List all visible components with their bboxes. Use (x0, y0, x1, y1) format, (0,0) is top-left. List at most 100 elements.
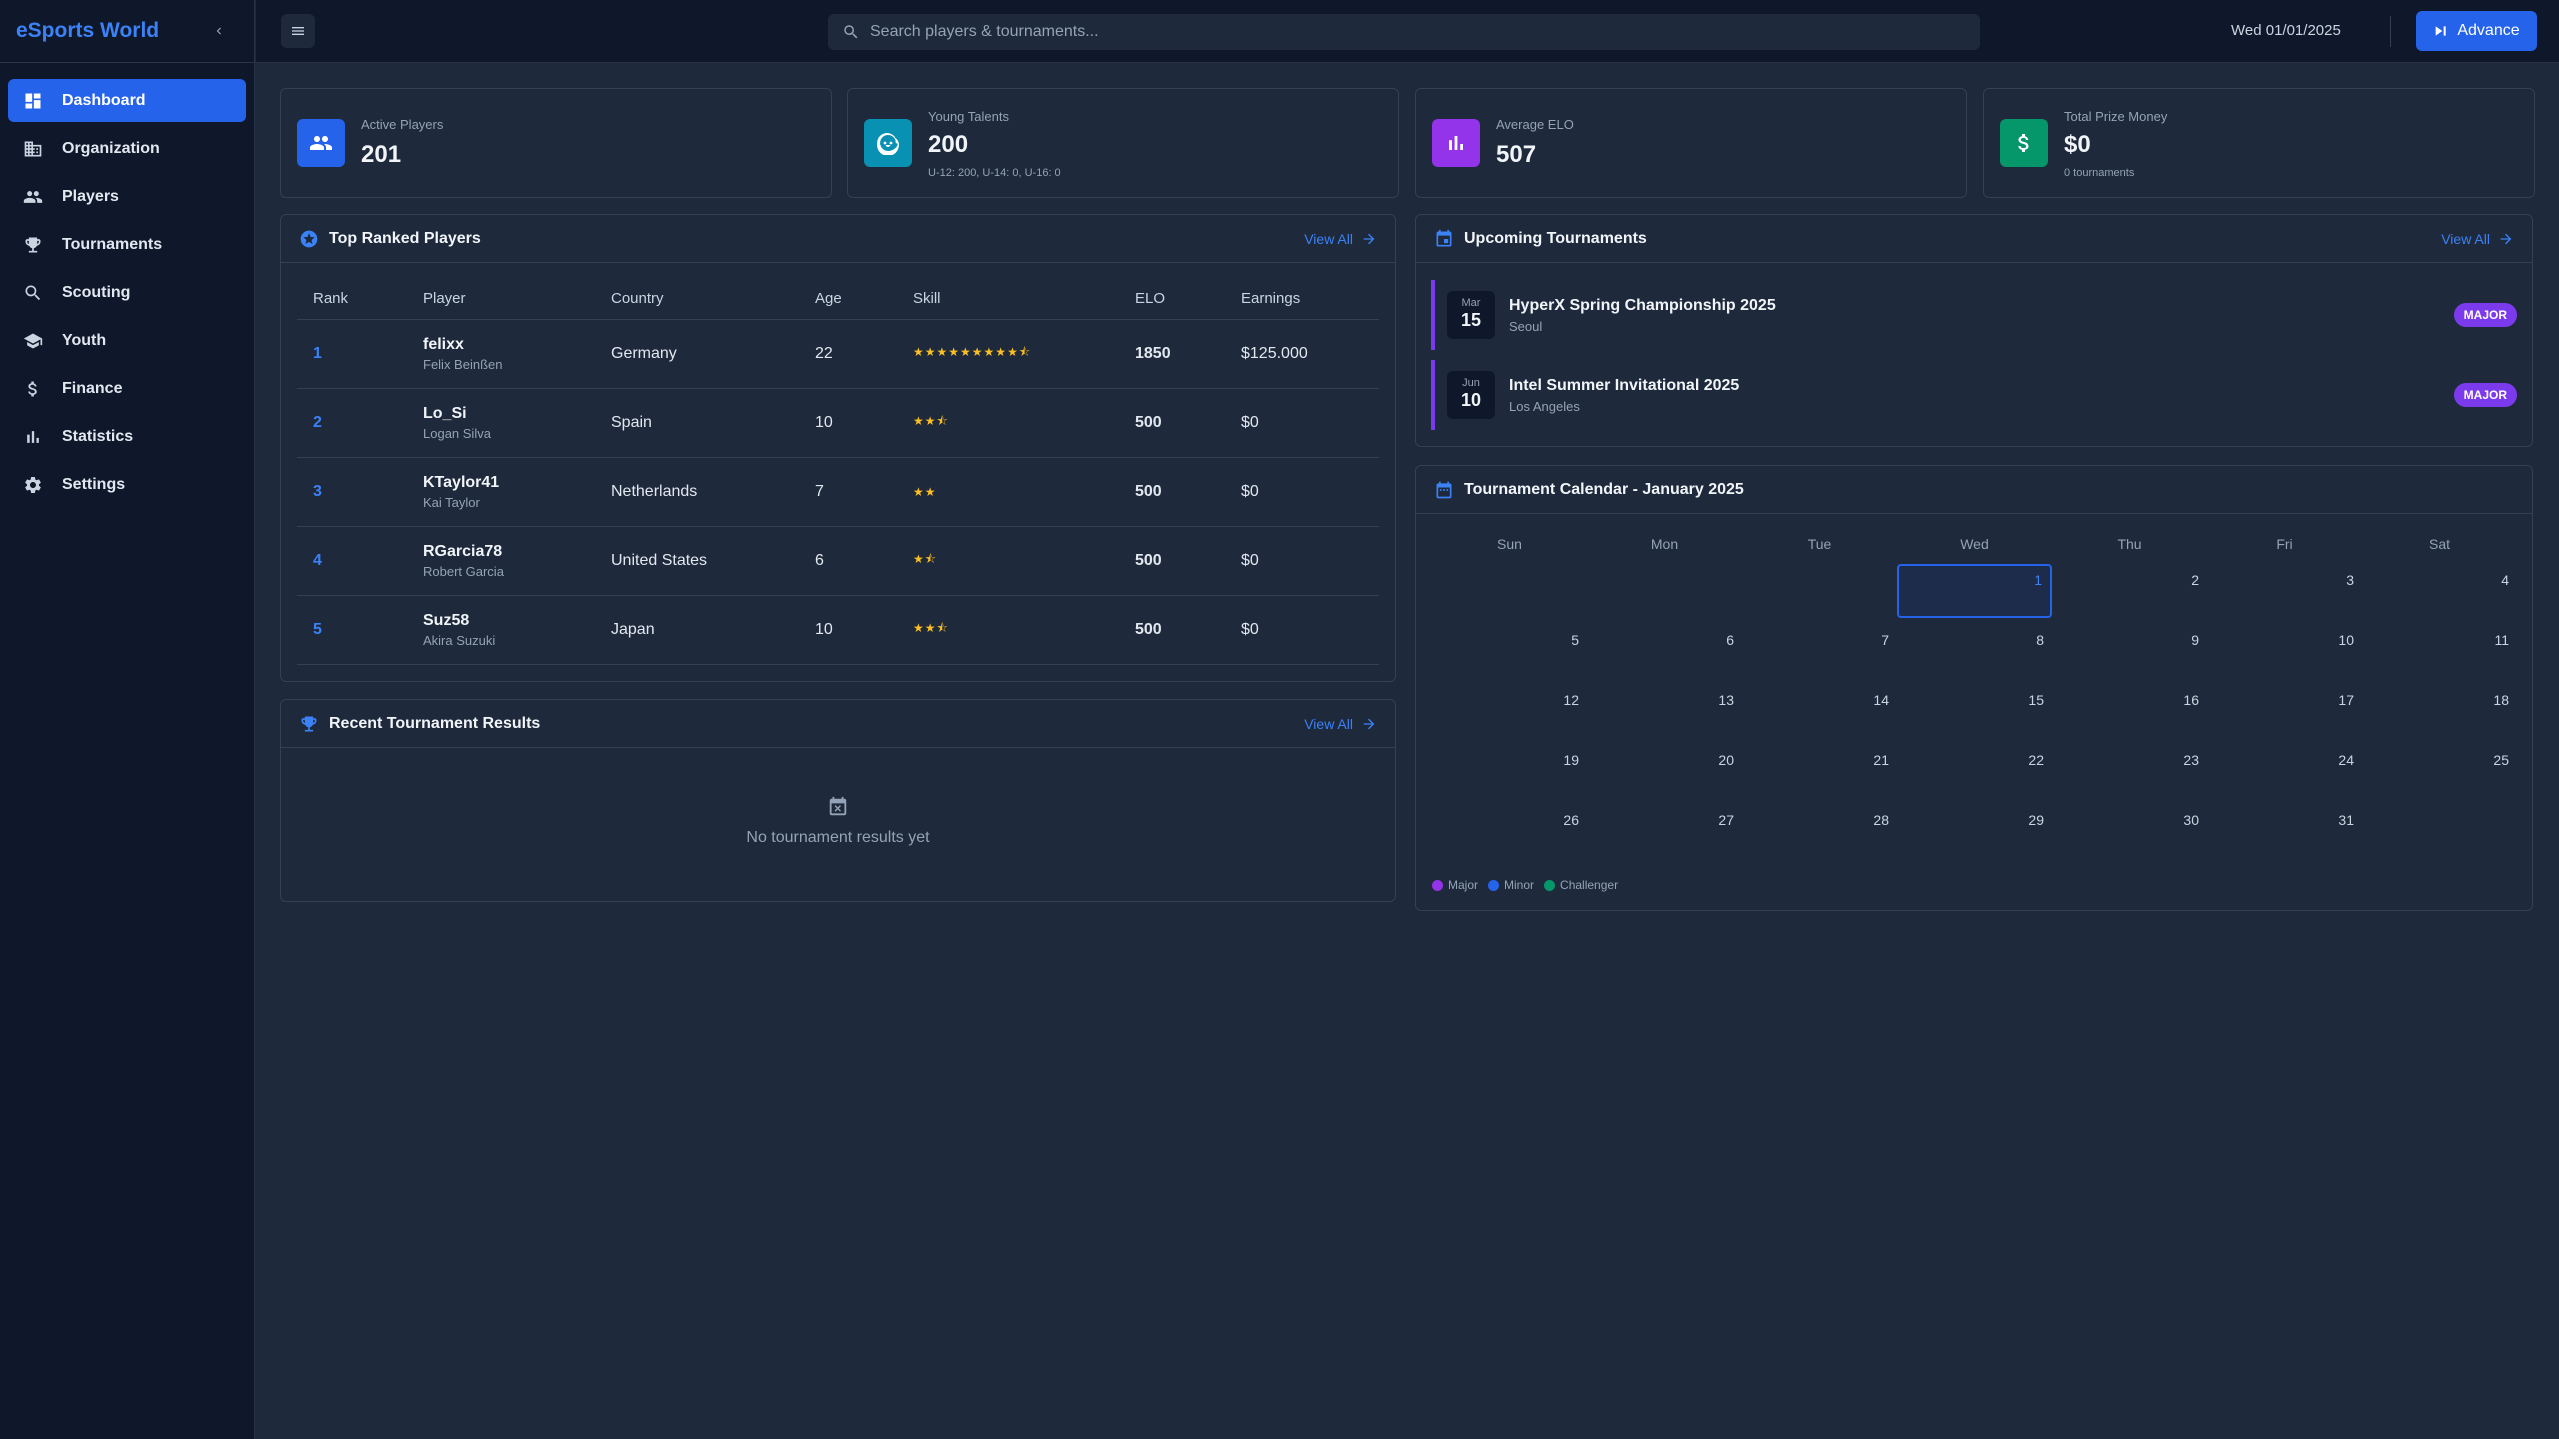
calendar-day[interactable]: 3 (2207, 560, 2362, 620)
calendar-day[interactable]: 21 (1742, 740, 1897, 800)
column-header-age[interactable]: Age (799, 279, 897, 320)
view-all-players-link[interactable]: View All (1304, 231, 1377, 247)
calendar-day[interactable]: 19 (1432, 740, 1587, 800)
stat-value: $0 (2064, 131, 2091, 158)
calendar-day[interactable]: 25 (2362, 740, 2517, 800)
table-row[interactable]: 1 felixx Felix Beinßen Germany 22 ★★★★★★★… (297, 319, 1379, 389)
calendar-day[interactable]: 7 (1742, 620, 1897, 680)
tournament-item[interactable]: Jun 10 Intel Summer Invitational 2025 Lo… (1431, 360, 2531, 430)
sidebar-item-players[interactable]: Players (8, 175, 246, 218)
calendar-day[interactable]: 17 (2207, 680, 2362, 740)
tournament-item[interactable]: Mar 15 HyperX Spring Championship 2025 S… (1431, 280, 2531, 350)
calendar-event-icon (1434, 229, 1454, 249)
player-cell[interactable]: RGarcia78 Robert Garcia (407, 526, 595, 596)
sidebar-item-settings[interactable]: Settings (8, 463, 246, 506)
table-row[interactable]: 2 Lo_Si Logan Silva Spain 10 ★★⯪ 500 $0 (297, 388, 1379, 458)
player-cell[interactable]: Suz58 Akira Suzuki (407, 595, 595, 665)
calendar-day[interactable]: 20 (1587, 740, 1742, 800)
calendar-day[interactable]: 5 (1432, 620, 1587, 680)
tournament-date: Mar 15 (1447, 291, 1495, 339)
upcoming-tournaments-panel: Upcoming Tournaments View All Mar 15 Hyp… (1415, 214, 2533, 447)
menu-toggle-button[interactable] (281, 14, 315, 48)
tournament-info: HyperX Spring Championship 2025 Seoul (1509, 297, 2454, 334)
calendar-day[interactable]: 8 (1897, 620, 2052, 680)
calendar-day[interactable]: 4 (2362, 560, 2517, 620)
calendar-day[interactable]: 11 (2362, 620, 2517, 680)
calendar-day[interactable]: 22 (1897, 740, 2052, 800)
view-all-tournaments-link[interactable]: View All (2441, 231, 2514, 247)
calendar-day[interactable]: 10 (2207, 620, 2362, 680)
calendar-day-today[interactable]: 1 (1897, 564, 2052, 618)
column-header-elo[interactable]: ELO (1119, 279, 1225, 320)
sidebar-item-finance[interactable]: Finance (8, 367, 246, 410)
view-all-results-link[interactable]: View All (1304, 716, 1377, 732)
calendar-day[interactable]: 28 (1742, 800, 1897, 860)
sidebar-item-statistics[interactable]: Statistics (8, 415, 246, 458)
calendar-day[interactable]: 23 (2052, 740, 2207, 800)
column-header-earnings[interactable]: Earnings (1225, 279, 1379, 320)
view-all-label: View All (1304, 715, 1353, 732)
age-cell: 22 (799, 319, 897, 389)
brand-logo[interactable]: eSports World (16, 19, 159, 43)
elo-cell: 500 (1119, 457, 1225, 527)
calendar-day[interactable]: 6 (1587, 620, 1742, 680)
player-cell[interactable]: KTaylor41 Kai Taylor (407, 457, 595, 527)
calendar-day[interactable]: 24 (2207, 740, 2362, 800)
skill-stars: ★★ (897, 457, 1119, 527)
calendar-day[interactable]: 15 (1897, 680, 2052, 740)
calendar-day[interactable]: 31 (2207, 800, 2362, 860)
sidebar: eSports World Dashboard Organization Pla… (0, 0, 255, 1439)
sidebar-item-scouting[interactable]: Scouting (8, 271, 246, 314)
calendar-day[interactable]: 18 (2362, 680, 2517, 740)
calendar-day[interactable]: 29 (1897, 800, 2052, 860)
country-cell: Germany (595, 319, 799, 389)
search-bar[interactable] (828, 14, 1980, 50)
tournament-name[interactable]: Intel Summer Invitational 2025 (1509, 377, 2454, 395)
calendar-day[interactable]: 13 (1587, 680, 1742, 740)
dashboard-icon (22, 90, 44, 112)
column-header-country[interactable]: Country (595, 279, 799, 320)
player-tag[interactable]: Lo_Si (423, 405, 595, 423)
collapse-sidebar-button[interactable] (208, 20, 230, 42)
tournament-name[interactable]: HyperX Spring Championship 2025 (1509, 297, 2454, 315)
calendar-day[interactable]: 27 (1587, 800, 1742, 860)
column-header-rank[interactable]: Rank (297, 279, 407, 320)
player-cell[interactable]: felixx Felix Beinßen (407, 319, 595, 389)
calendar-grid: Sun Mon Tue Wed Thu Fri Sat 1 2 3 4 5 6 7 8 9 10 11 12 13 1… (1432, 528, 2517, 860)
table-row[interactable]: 4 RGarcia78 Robert Garcia United States 6… (297, 526, 1379, 596)
calendar-icon (1434, 480, 1454, 500)
calendar-day[interactable]: 26 (1432, 800, 1587, 860)
sidebar-item-label: Settings (62, 475, 126, 493)
calendar-day[interactable]: 30 (2052, 800, 2207, 860)
panel-header: Recent Tournament Results View All (281, 700, 1395, 748)
bar-chart-icon (22, 426, 44, 448)
weekday-thu: Thu (2117, 536, 2142, 552)
sidebar-item-dashboard[interactable]: Dashboard (8, 79, 246, 122)
calendar-day[interactable]: 16 (2052, 680, 2207, 740)
search-input[interactable] (870, 23, 1870, 41)
sidebar-item-label: Scouting (62, 283, 131, 301)
earnings-cell: $0 (1225, 526, 1379, 596)
table-row[interactable]: 5 Suz58 Akira Suzuki Japan 10 ★★⯪ 500 $0 (297, 595, 1379, 665)
tournament-location: Seoul (1509, 318, 1543, 334)
player-tag[interactable]: KTaylor41 (423, 474, 595, 492)
calendar-day[interactable]: 9 (2052, 620, 2207, 680)
sidebar-item-tournaments[interactable]: Tournaments (8, 223, 246, 266)
tournament-date: Jun 10 (1447, 371, 1495, 419)
player-tag[interactable]: RGarcia78 (423, 543, 595, 561)
calendar-day[interactable]: 2 (2052, 560, 2207, 620)
player-cell[interactable]: Lo_Si Logan Silva (407, 388, 595, 458)
column-header-skill[interactable]: Skill (897, 279, 1119, 320)
sidebar-item-organization[interactable]: Organization (8, 127, 246, 170)
view-all-label: View All (2441, 230, 2490, 247)
skill-stars: ★★⯪ (897, 595, 1119, 665)
calendar-day[interactable]: 14 (1742, 680, 1897, 740)
player-tag[interactable]: felixx (423, 336, 595, 354)
table-row[interactable]: 3 KTaylor41 Kai Taylor Netherlands 7 ★★ 5… (297, 457, 1379, 527)
advance-button[interactable]: Advance (2416, 11, 2537, 51)
sidebar-item-youth[interactable]: Youth (8, 319, 246, 362)
player-tag[interactable]: Suz58 (423, 612, 595, 630)
legend-item-challenger: Challenger (1544, 878, 1618, 892)
calendar-day[interactable]: 12 (1432, 680, 1587, 740)
column-header-player[interactable]: Player (407, 279, 595, 320)
